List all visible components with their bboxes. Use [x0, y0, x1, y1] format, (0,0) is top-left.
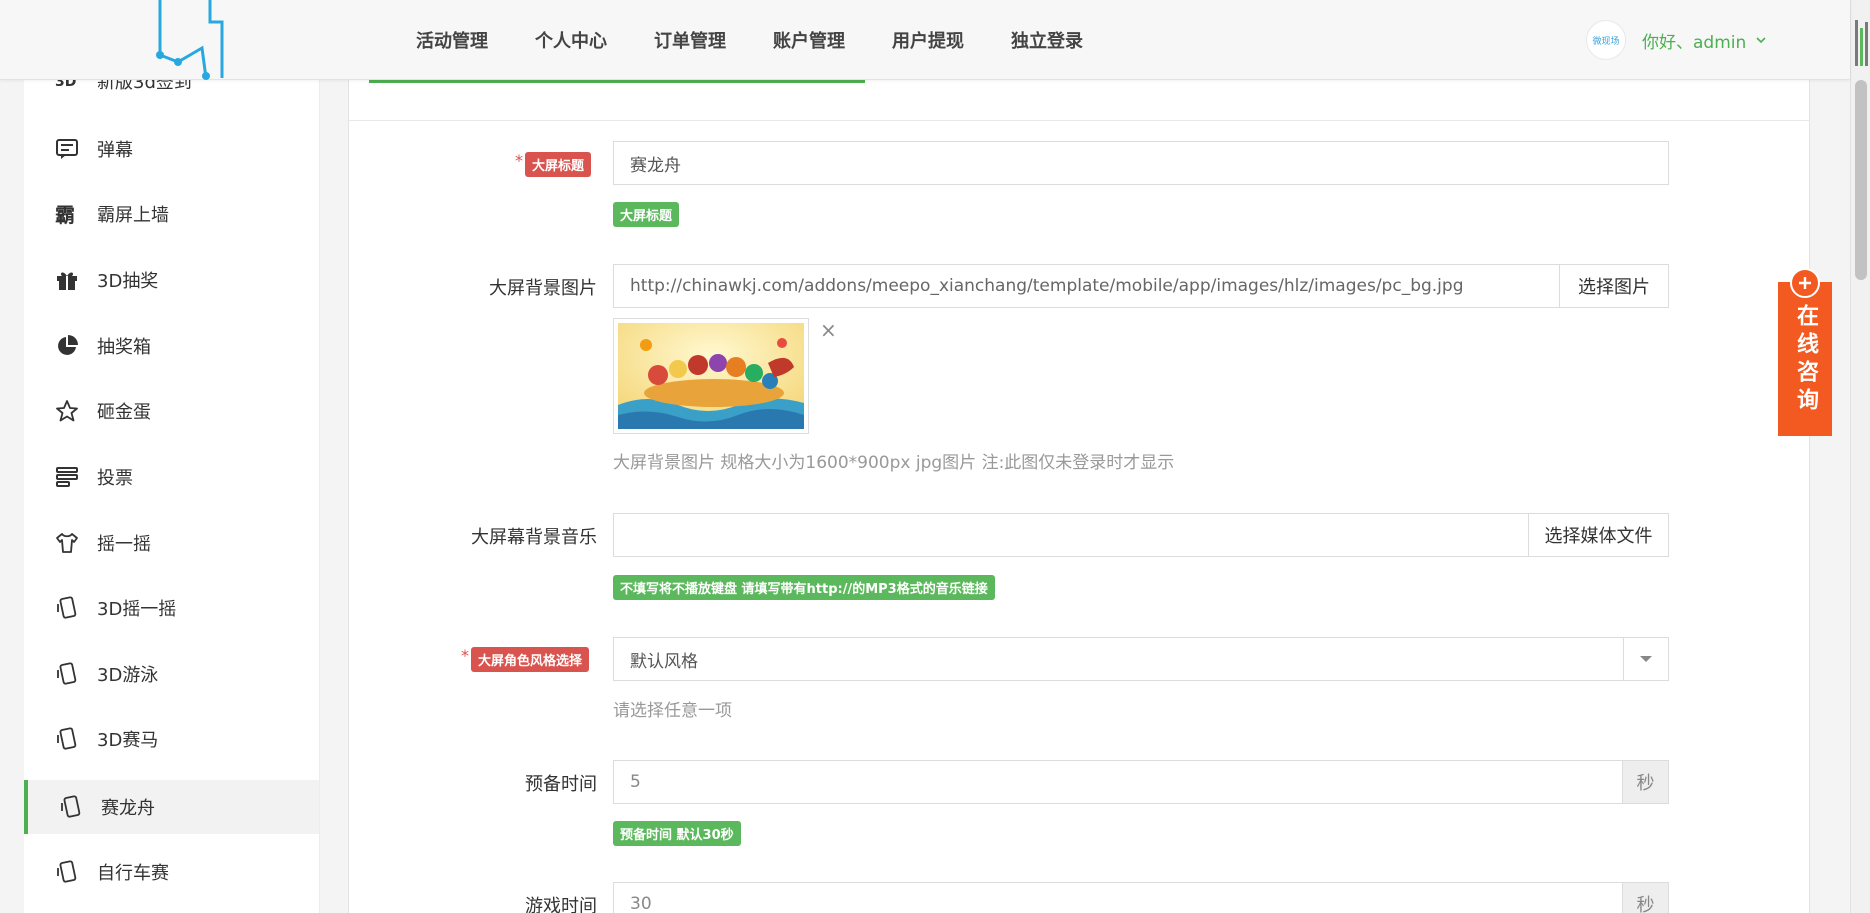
title-input[interactable]: 赛龙舟 — [613, 141, 1669, 185]
prep-time-input[interactable]: 5 — [613, 760, 1623, 804]
style-select-toggle[interactable] — [1623, 637, 1669, 681]
ba-glyph-icon: 霸 — [54, 201, 80, 227]
bg-image-label: 大屏背景图片 — [489, 278, 597, 299]
prep-time-help-badge: 预备时间 默认30秒 — [613, 821, 741, 846]
shirt-icon — [54, 530, 80, 556]
sidebar-item-bike-race[interactable]: 自行车赛 — [24, 845, 319, 899]
equalizer-icon — [1855, 20, 1868, 66]
game-time-label: 游戏时间 — [525, 896, 597, 913]
prep-time-label: 预备时间 — [525, 774, 597, 795]
select-image-button[interactable]: 选择图片 — [1559, 264, 1669, 308]
sidebar-item-3d-swim[interactable]: 3D游泳 — [24, 647, 319, 701]
greeting-text[interactable]: 你好、admin — [1642, 28, 1746, 53]
bg-image-url-input[interactable]: http://chinawkj.com/addons/meepo_xiancha… — [613, 264, 1560, 308]
nav-orders[interactable]: 订单管理 — [654, 27, 726, 53]
nav-personal[interactable]: 个人中心 — [535, 27, 607, 53]
sidebar-item-3d-signin[interactable]: 3D 新版3d签到 — [24, 80, 319, 108]
dragon-boat-preview-image — [618, 323, 804, 429]
title-help-badge: 大屏标题 — [613, 202, 680, 227]
game-time-unit: 秒 — [1622, 882, 1669, 913]
list-icon — [54, 464, 80, 490]
avatar: 微现场 — [1586, 20, 1626, 60]
nav-login[interactable]: 独立登录 — [1011, 27, 1083, 53]
style-select[interactable]: 默认风格 — [613, 637, 1669, 681]
sidebar-item-dragon-boat[interactable]: 赛龙舟 — [24, 780, 319, 834]
header-divider — [349, 120, 1809, 121]
chevron-down-icon[interactable] — [1756, 35, 1766, 45]
pie-chart-icon — [54, 333, 80, 359]
gift-icon — [54, 267, 80, 293]
sidebar-item-vote[interactable]: 投票 — [24, 450, 319, 504]
plus-circle-icon — [1790, 268, 1820, 298]
caret-down-icon — [1640, 656, 1652, 662]
prep-time-unit: 秒 — [1622, 760, 1669, 804]
sidebar-item-bapin[interactable]: 霸 霸屏上墙 — [24, 187, 319, 241]
top-nav: 活动管理 个人中心 订单管理 账户管理 用户提现 独立登录 — [416, 0, 1130, 80]
star-icon — [54, 398, 80, 424]
page-scrollbar[interactable] — [1850, 0, 1870, 913]
svg-text:3D: 3D — [55, 80, 76, 90]
message-icon — [54, 136, 80, 162]
sidebar-item-danmaku[interactable]: 弹幕 — [24, 122, 319, 176]
sidebar-item-golden-egg[interactable]: 砸金蛋 — [24, 384, 319, 438]
phone-icon — [54, 726, 80, 752]
nav-account[interactable]: 账户管理 — [773, 27, 845, 53]
nav-withdraw[interactable]: 用户提现 — [892, 27, 964, 53]
music-label: 大屏幕背景音乐 — [471, 527, 597, 548]
remove-image-icon[interactable]: × — [820, 318, 837, 342]
active-tab-indicator — [369, 80, 865, 83]
phone-icon — [54, 661, 80, 687]
sidebar-item-3d-horse[interactable]: 3D赛马 — [24, 712, 319, 766]
select-media-button[interactable]: 选择媒体文件 — [1528, 513, 1669, 557]
music-help-badge: 不填写将不播放键盘 请填写带有http://的MP3格式的音乐链接 — [613, 575, 995, 600]
phone-icon — [54, 859, 80, 885]
phone-icon — [58, 794, 84, 820]
main-form-panel: * 大屏标题 赛龙舟 大屏标题 大屏背景图片 http://chinawkj.c… — [348, 80, 1810, 913]
logo-icon[interactable] — [150, 0, 234, 80]
music-url-input[interactable] — [613, 513, 1529, 557]
sidebar-item-lottery-box[interactable]: 抽奖箱 — [24, 319, 319, 373]
sidebar-item-3d-shake[interactable]: 3D摇一摇 — [24, 581, 319, 635]
style-help: 请选择任意一项 — [613, 701, 732, 721]
user-menu[interactable]: 微现场 你好、admin — [1586, 20, 1766, 60]
sidebar: 3D 新版3d签到 弹幕 霸 霸屏上墙 3D抽奖 抽奖箱 砸金蛋 投票 摇一摇 … — [24, 80, 320, 913]
style-label: * 大屏角色风格选择 — [461, 646, 590, 672]
bg-image-preview — [613, 318, 809, 434]
title-label: * 大屏标题 — [515, 151, 592, 177]
nav-activity[interactable]: 活动管理 — [416, 27, 488, 53]
top-bar: 活动管理 个人中心 订单管理 账户管理 用户提现 独立登录 微现场 你好、adm… — [0, 0, 1850, 80]
phone-icon — [54, 595, 80, 621]
sidebar-item-3d-lottery[interactable]: 3D抽奖 — [24, 253, 319, 307]
sidebar-item-shake[interactable]: 摇一摇 — [24, 516, 319, 570]
scrollbar-thumb[interactable] — [1855, 80, 1867, 280]
game-time-input[interactable]: 30 — [613, 882, 1623, 913]
online-consult-label: 在线咨询 — [1793, 304, 1818, 416]
bg-image-help: 大屏背景图片 规格大小为1600*900px jpg图片 注:此图仅未登录时才显… — [613, 453, 1175, 473]
3d-text-icon: 3D — [54, 80, 80, 94]
svg-text:霸: 霸 — [55, 203, 75, 227]
online-consult-button[interactable]: 在线咨询 — [1778, 268, 1832, 436]
